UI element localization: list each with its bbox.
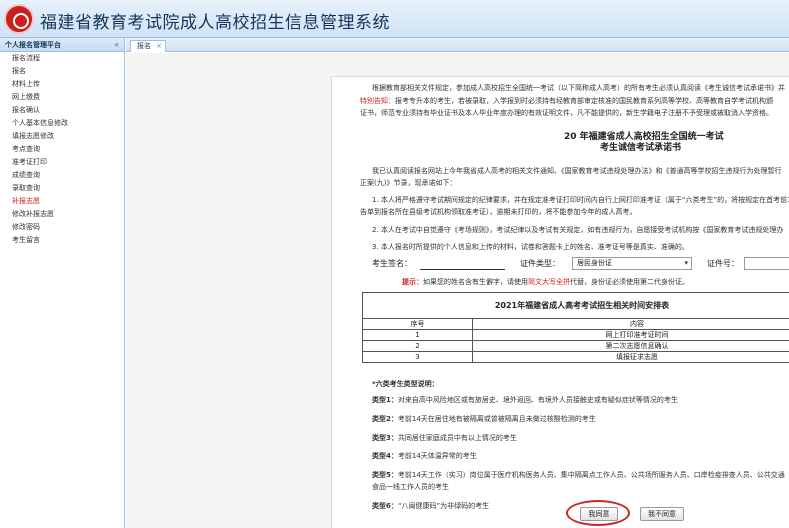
type-item-1: 类型1：对来自高中风险地区或有旅居史、境外返回、有境外人员接触史或有疑似症状等情…	[372, 396, 678, 404]
collapse-icon[interactable]: «	[114, 40, 119, 49]
type-item-3: 类型3：共同居住家庭成员中有以上情况的考生	[372, 434, 517, 442]
intro-text-2: 证书，师范专业须持有毕业证书及本人毕业年度办理的有效证明文件，凡不能提供的，新生…	[360, 109, 773, 117]
sidebar-item-supplementary[interactable]: 补报志愿	[0, 195, 124, 208]
sidebar-item-upload-materials[interactable]: 材料上传	[0, 78, 124, 91]
pledge-item-2: 2. 本人在考试中自觉遵守《考场规则》，考试纪律以及考试有关规定，如有违规行为，…	[372, 226, 784, 234]
highlight-circle	[566, 500, 630, 526]
name-tip: 提示：如果您的姓名含有生僻字，请使用简文大写全拼代替，身份证必须使用第二代身份证…	[402, 277, 689, 287]
pledge-title-line1: 20 年福建省成人高校招生全国统一考试	[564, 132, 724, 142]
tab-label: 报名	[137, 42, 151, 50]
table-cell: 2	[362, 340, 473, 352]
tip-text-2: 代替，身份证必须使用第二代身份证。	[570, 278, 689, 286]
pledge-paragraph-cont: 正案(九)》节录，现承诺如下：	[360, 179, 457, 187]
sidebar-item-signup-confirm[interactable]: 报名确认	[0, 104, 124, 117]
table-cell: 网上打印准考证时间	[472, 329, 789, 341]
pledge-document: 根据教育部相关文件规定，参加成人高校招生全国统一考试（以下简称成人高考）的所有考…	[331, 76, 789, 528]
pledge-item-1: 1. 本人将严格遵守考试期间规定的纪律要求，并在规定准考证打印时间内自行上网打印…	[372, 196, 789, 204]
id-number-label: 证件号：	[707, 259, 739, 268]
type-item-2: 类型2：考前14天在居住地有被隔离或曾被隔离且未做过核酸检测的考生	[372, 415, 596, 423]
sidebar-item-signup-process[interactable]: 报名流程	[0, 52, 124, 65]
sidebar-item-admission[interactable]: 录取查询	[0, 182, 124, 195]
six-types-title: *六类考生类型说明：	[372, 380, 439, 388]
sidebar-item-change-password[interactable]: 修改密码	[0, 221, 124, 234]
pledge-paragraph: 我已认真阅读报名网站上今年我省成人高考的相关文件通知、《国家教育考试违规处理办法…	[372, 167, 782, 175]
schedule-table: 2021年福建省成人高考考试招生相关时间安排表 序号 内容 1 网上打印准考证时…	[362, 292, 789, 363]
tip-link[interactable]: 简文大写全拼	[528, 278, 570, 286]
type-item-6: 类型6：“八闽健康码”为非绿码的考生	[372, 502, 490, 510]
table-row: 2 第二次志愿信息确认	[362, 340, 789, 352]
app-title: 福建省教育考试院成人高校招生信息管理系统	[40, 13, 390, 33]
type-item-5: 类型5：考前14天工作（实习）岗位属于医疗机构医务人员、集中隔离点工作人员、公共…	[372, 471, 785, 479]
table-cell: 3	[362, 351, 473, 363]
tip-label: 提示：	[402, 278, 423, 286]
signature-label: 考生签名：	[372, 259, 412, 268]
table-cell: 填报征求志愿	[472, 351, 789, 363]
sidebar-item-edit-profile[interactable]: 个人基本信息修改	[0, 117, 124, 130]
table-cell: 第二次志愿信息确认	[472, 340, 789, 352]
sidebar-header: 个人报名管理平台 «	[0, 38, 124, 52]
table-header-row: 序号 内容	[362, 318, 789, 330]
app-header: 福建省教育考试院成人高校招生信息管理系统	[0, 0, 789, 38]
column-header-content: 内容	[472, 318, 789, 330]
column-header-index: 序号	[362, 318, 473, 330]
id-type-value: 居民身份证	[577, 259, 612, 267]
signature-input[interactable]	[420, 258, 505, 270]
tab-bar: 报名 ×	[126, 38, 789, 52]
tip-text: 如果您的姓名含有生僻字，请使用	[423, 278, 528, 286]
sidebar-item-signup[interactable]: 报名	[0, 65, 124, 78]
special-notice-label: 特别告知：	[360, 97, 395, 105]
id-type-label: 证件类型：	[520, 259, 560, 268]
main-content: 根据教育部相关文件规定，参加成人高校招生全国统一考试（以下简称成人高考）的所有考…	[126, 53, 789, 528]
sidebar-title: 个人报名管理平台	[5, 40, 61, 49]
exam-authority-logo	[4, 4, 34, 34]
tab-signup[interactable]: 报名 ×	[130, 40, 166, 52]
sidebar: 个人报名管理平台 « 报名流程 报名 材料上传 网上缴费 报名确认 个人基本信息…	[0, 38, 125, 528]
id-type-select[interactable]: 居民身份证 ▾	[572, 257, 692, 270]
table-cell: 1	[362, 329, 473, 341]
type-item-5-cont: 食品一线工作人员的考生	[372, 483, 449, 491]
sidebar-item-edit-choices[interactable]: 填报志愿修改	[0, 130, 124, 143]
table-row: 1 网上打印准考证时间	[362, 329, 789, 341]
special-notice-text: 报考专升本的考生，若被录取，入学报到时必须持有经教育部审定核准的国民教育系列高等…	[395, 97, 773, 105]
sidebar-item-messages[interactable]: 考生留言	[0, 234, 124, 247]
sidebar-item-scores[interactable]: 成绩查询	[0, 169, 124, 182]
table-row: 3 填报征求志愿	[362, 351, 789, 363]
sidebar-item-admit-card[interactable]: 准考证打印	[0, 156, 124, 169]
type-item-4: 类型4：考前14天体温异常的考生	[372, 452, 477, 460]
sidebar-item-online-payment[interactable]: 网上缴费	[0, 91, 124, 104]
close-icon[interactable]: ×	[156, 41, 162, 52]
disagree-button[interactable]: 我不同意	[640, 507, 684, 521]
pledge-item-1-cont: 告单到报名所在县级考试机构领取准考证），逾期未打印的，将不能参加今年的成人高考。	[360, 208, 637, 216]
schedule-caption: 2021年福建省成人高考考试招生相关时间安排表	[362, 292, 789, 319]
pledge-title-line2: 考生诚信考试承诺书	[600, 143, 682, 153]
intro-text: 根据教育部相关文件规定，参加成人高校招生全国统一考试（以下简称成人高考）的所有考…	[372, 84, 785, 92]
special-notice: 特别告知：报考专升本的考生，若被录取，入学报到时必须持有经教育部审定核准的国民教…	[360, 96, 773, 106]
chevron-down-icon: ▾	[684, 259, 688, 267]
sidebar-item-exam-site[interactable]: 考点查询	[0, 143, 124, 156]
sidebar-item-edit-supplementary[interactable]: 修改补报志愿	[0, 208, 124, 221]
id-number-input[interactable]	[744, 257, 789, 270]
pledge-item-3: 3. 本人报名时所提供的个人信息和上传的材料，试卷和答题卡上的姓名、准考证号等是…	[372, 243, 689, 251]
